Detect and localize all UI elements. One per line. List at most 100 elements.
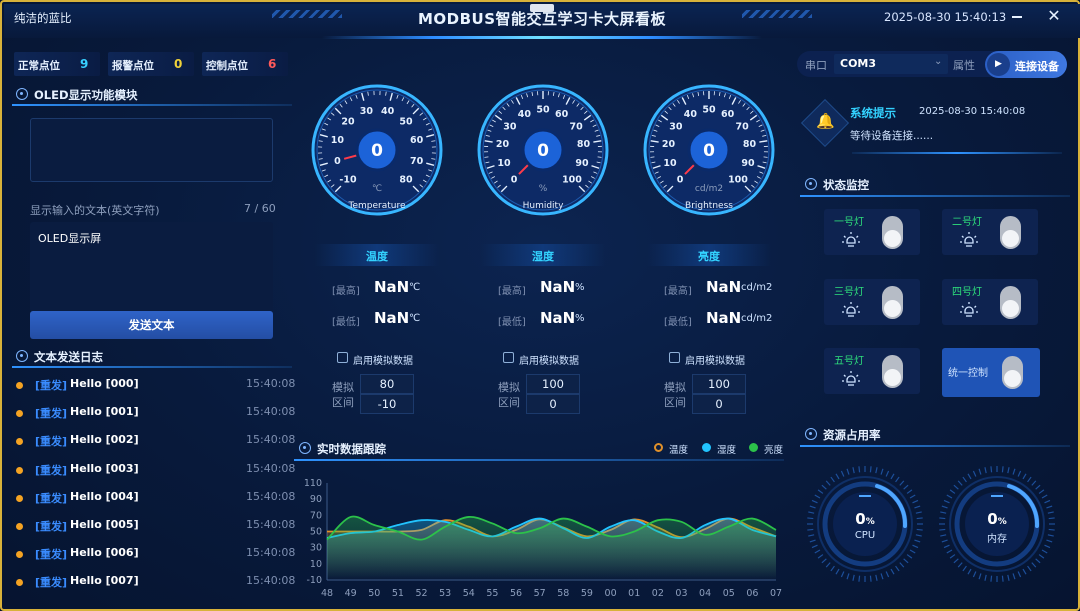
lamp-toggle[interactable] bbox=[1000, 216, 1021, 249]
lamp-toggle[interactable] bbox=[882, 286, 903, 319]
ring-tick bbox=[895, 476, 900, 483]
lightbulb-icon bbox=[840, 299, 860, 319]
y-tick-label: 30 bbox=[310, 543, 322, 554]
log-dot bbox=[16, 579, 23, 587]
header-stripe-right bbox=[742, 10, 812, 18]
range-high-input[interactable]: 80 bbox=[360, 374, 414, 394]
gauge-tick-label: 20 bbox=[662, 139, 676, 150]
gauge-tick-label: 80 bbox=[577, 139, 591, 150]
gauge-dial: 010203040 50 607080901000cd/m2Brightness bbox=[643, 84, 775, 216]
gauge-tick-label: 80 bbox=[399, 174, 413, 185]
max-label: [最高] bbox=[498, 286, 526, 297]
gauge-tick-label: 30 bbox=[669, 121, 683, 132]
ring-tick bbox=[916, 528, 923, 531]
ring-tick bbox=[1017, 571, 1022, 578]
ring-tick bbox=[835, 568, 840, 575]
ring-tick bbox=[990, 466, 993, 473]
drag-handle[interactable] bbox=[530, 4, 554, 12]
gauge-tick bbox=[484, 156, 489, 158]
ring-tick bbox=[1031, 480, 1037, 486]
ring-tick bbox=[946, 549, 953, 554]
range-high-input[interactable]: 100 bbox=[526, 374, 580, 394]
title-underline bbox=[322, 36, 762, 39]
minimize-button[interactable] bbox=[1012, 16, 1022, 18]
x-tick-label: 05 bbox=[723, 588, 735, 599]
gauge-tick-label: 20 bbox=[341, 117, 355, 128]
lamp-toggle[interactable] bbox=[882, 355, 903, 388]
ring-tick bbox=[807, 528, 814, 531]
log-message: Hello [000] bbox=[70, 377, 139, 390]
ring-tick bbox=[1012, 573, 1016, 580]
ring-tick bbox=[899, 562, 905, 568]
ring-tick bbox=[885, 470, 890, 477]
range-low-input[interactable]: -10 bbox=[360, 394, 414, 414]
lamp-toggle[interactable] bbox=[1000, 286, 1021, 319]
lamp-name: 二号灯 bbox=[952, 217, 982, 228]
gauge-tick-label: 50 bbox=[702, 105, 716, 116]
dashboard-window: 纯洁的蓝比 MODBUS智能交互学习卡大屏看板 2025-08-30 15:40… bbox=[0, 0, 1080, 611]
ring-tick bbox=[1012, 468, 1016, 475]
log-time: 15:40:08 bbox=[246, 405, 296, 419]
ring-tick bbox=[875, 574, 878, 581]
gauge-tick-label: 50 bbox=[536, 105, 550, 116]
close-button[interactable]: ✕ bbox=[1046, 6, 1062, 26]
send-text-button[interactable]: 发送文本 bbox=[30, 311, 273, 339]
ring-tick bbox=[978, 468, 982, 475]
gauge-tick-label: 90 bbox=[575, 158, 589, 169]
gauge-tick-label: 60 bbox=[410, 135, 424, 146]
log-time: 15:40:08 bbox=[246, 433, 296, 447]
ring-tick bbox=[967, 568, 972, 575]
unified-toggle[interactable] bbox=[1002, 356, 1023, 389]
range-low-input[interactable]: 0 bbox=[692, 394, 746, 414]
ring-tick bbox=[906, 554, 913, 559]
lightbulb-icon bbox=[840, 368, 860, 388]
log-dot bbox=[16, 494, 23, 502]
oled-module-title: OLED显示功能模块 bbox=[34, 88, 138, 102]
counter-label: 控制点位 bbox=[206, 60, 248, 72]
range-label: 模拟 区间 bbox=[664, 381, 686, 409]
range-low-input[interactable]: 0 bbox=[526, 394, 580, 414]
sim-checkbox[interactable] bbox=[503, 352, 514, 363]
max-value: NaN bbox=[706, 278, 742, 296]
ring-tick bbox=[984, 574, 987, 581]
gauge-unit: ℃ bbox=[372, 184, 382, 194]
cpu-label: CPU bbox=[854, 530, 876, 541]
sim-checkbox[interactable] bbox=[337, 352, 348, 363]
ring-tick bbox=[895, 565, 900, 572]
sim-checkbox-label: 启用模拟数据 bbox=[519, 356, 579, 367]
ring-tick bbox=[852, 467, 855, 474]
range-high-input[interactable]: 100 bbox=[692, 374, 746, 394]
ring-tick bbox=[1047, 511, 1054, 514]
ring-tick bbox=[807, 517, 814, 520]
gauge-tick-label: 30 bbox=[503, 121, 517, 132]
x-tick-label: 54 bbox=[463, 588, 475, 599]
ring-tick bbox=[957, 562, 963, 568]
gauge-tick-label: 0 bbox=[511, 174, 518, 185]
x-tick-label: 04 bbox=[699, 588, 711, 599]
system-message: 等待设备连接...... bbox=[850, 130, 934, 142]
ring-tick bbox=[967, 473, 972, 480]
port-value: COM3 bbox=[840, 57, 877, 70]
gauge-tick-label: -10 bbox=[339, 174, 357, 185]
x-tick-label: 03 bbox=[675, 588, 687, 599]
oled-text-value: OLED显示屏 bbox=[38, 232, 102, 245]
ring-tick bbox=[880, 468, 884, 475]
x-tick-label: 00 bbox=[605, 588, 617, 599]
ring-tick bbox=[915, 511, 922, 514]
log-entry: [重发] Hello [003] 15:40:08 bbox=[16, 462, 296, 480]
y-tick-label: 110 bbox=[304, 478, 322, 489]
ring-tick bbox=[940, 534, 947, 537]
trend-icon bbox=[299, 442, 311, 454]
chevron-down-icon[interactable]: ⌄ bbox=[934, 56, 942, 67]
system-title: 系统提示 bbox=[850, 106, 896, 120]
ring-tick bbox=[972, 470, 977, 477]
gauge-tick-label: 40 bbox=[684, 109, 698, 120]
lamp-name: 五号灯 bbox=[834, 356, 864, 367]
lamp-toggle[interactable] bbox=[882, 216, 903, 249]
sim-checkbox[interactable] bbox=[669, 352, 680, 363]
log-tag: [重发] bbox=[35, 435, 68, 449]
gauge-name: Brightness bbox=[685, 201, 733, 211]
play-icon: ▶ bbox=[987, 53, 1010, 76]
trend-title: 实时数据跟踪 bbox=[317, 442, 386, 456]
log-tag: [重发] bbox=[35, 379, 68, 392]
